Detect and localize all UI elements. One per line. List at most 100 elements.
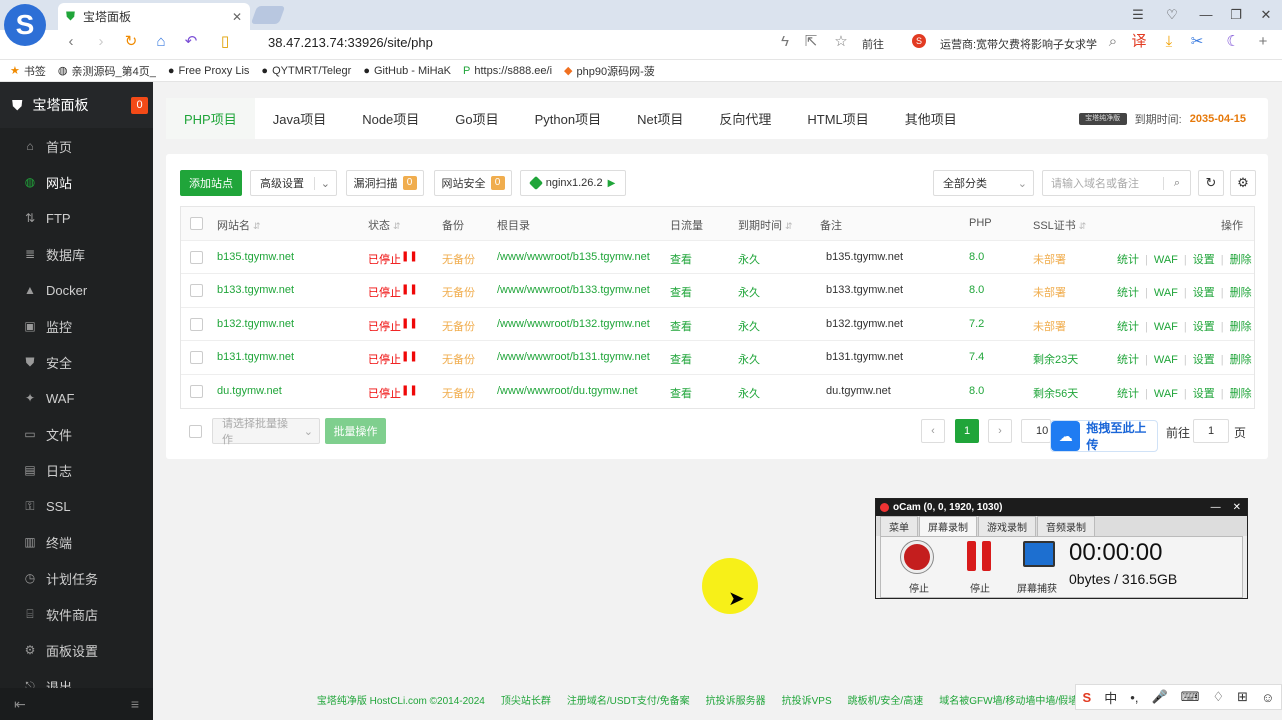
add-site-button[interactable]: 添加站点 (180, 170, 242, 196)
ocam-tab[interactable]: 屏幕录制 (919, 516, 977, 536)
cell-name[interactable]: b131.tgymw.net (217, 351, 294, 363)
ocam-tab[interactable]: 游戏录制 (978, 516, 1036, 536)
forward-icon[interactable]: › (90, 31, 112, 53)
prev-page-icon[interactable]: ‹ (921, 419, 945, 443)
search-icon[interactable]: ⌕ (1162, 176, 1190, 190)
cell-root[interactable]: /www/wwwroot/b133.tgymw.net (497, 284, 650, 296)
action-link[interactable]: 统计 (1117, 287, 1139, 299)
action-link[interactable]: 设置 (1193, 287, 1215, 299)
ime-chinese-icon[interactable]: 中 (1104, 688, 1117, 707)
star-icon[interactable]: ☆ (830, 31, 852, 53)
sidebar-item-13[interactable]: ◷ 计划任务 (0, 560, 153, 596)
footer-link[interactable]: 顶尖站长群 (501, 692, 551, 707)
skin-icon[interactable]: ♡ (1160, 4, 1184, 26)
moon-icon[interactable]: ☾ (1222, 31, 1244, 53)
project-tab[interactable]: HTML项目 (789, 98, 886, 139)
project-tab[interactable]: Net项目 (619, 98, 701, 139)
cell-traffic[interactable]: 查看 (670, 251, 692, 267)
sidebar-item-1[interactable]: ⌂ 首页 (0, 128, 153, 164)
cell-php[interactable]: 8.0 (969, 284, 984, 296)
action-link[interactable]: 设置 (1193, 354, 1215, 366)
cell-status[interactable]: 已停止 (368, 284, 401, 300)
bookmark-item[interactable]: ◆ php90源码网-菠 (564, 63, 655, 79)
cell-expire[interactable]: 永久 (738, 284, 760, 300)
keyboard-icon[interactable]: ⌨ (1181, 689, 1200, 705)
cell-status[interactable]: 已停止 (368, 251, 401, 267)
sidebar-item-6[interactable]: ▣ 监控 (0, 308, 153, 344)
bookmark-item[interactable]: ● Free Proxy Lis (168, 65, 250, 77)
footer-link[interactable]: 注册域名/USDT支付/免备案 (567, 692, 690, 707)
news-ticker[interactable]: 运营商:宽带欠费将影响子女求学 (940, 36, 1097, 52)
cell-php[interactable]: 8.0 (969, 385, 984, 397)
cell-expire[interactable]: 永久 (738, 251, 760, 267)
batch-select[interactable]: 请选择批量操作 ⌄ (212, 418, 320, 446)
action-link[interactable]: 删除 (1230, 388, 1252, 400)
cell-traffic[interactable]: 查看 (670, 385, 692, 401)
cell-name[interactable]: du.tgymw.net (217, 385, 282, 397)
skin-icon[interactable]: ♢ (1212, 689, 1224, 705)
ocam-tab[interactable]: 菜单 (880, 516, 918, 536)
bookmark-item[interactable]: ● QYTMRT/Telegr (261, 65, 351, 77)
action-link[interactable]: 删除 (1230, 354, 1252, 366)
forward-go-button[interactable]: 前往 (862, 36, 884, 52)
batch-checkbox[interactable] (189, 425, 202, 438)
menu-lines-icon[interactable]: ≡ (131, 696, 139, 712)
sidebar-item-14[interactable]: ⌸ 软件商店 (0, 596, 153, 632)
action-link[interactable]: 统计 (1117, 388, 1139, 400)
record-stop-icon[interactable] (901, 541, 933, 573)
sogou-icon[interactable]: S (1083, 690, 1092, 705)
sidebar-item-8[interactable]: ✦ WAF (0, 380, 153, 416)
project-tab[interactable]: Node项目 (344, 98, 437, 139)
cell-backup[interactable]: 无备份 (442, 251, 475, 267)
row-checkbox[interactable] (190, 351, 203, 364)
cell-ssl[interactable]: 未部署 (1033, 318, 1066, 334)
search-icon[interactable]: ⌕ (1102, 31, 1124, 53)
footer-link[interactable]: 抗投诉服务器 (706, 692, 766, 707)
sidebar-item-2[interactable]: ◍ 网站 (0, 164, 153, 200)
vuln-scan-button[interactable]: 漏洞扫描 0 (346, 170, 424, 196)
plus-icon[interactable]: + (1252, 31, 1274, 53)
ocam-tab[interactable]: 音频录制 (1037, 516, 1095, 536)
reader-icon[interactable]: ▯ (214, 31, 236, 53)
sidebar-item-11[interactable]: ⚿ SSL (0, 488, 153, 524)
row-checkbox[interactable] (190, 284, 203, 297)
refresh-icon[interactable]: ↻ (1198, 170, 1224, 196)
project-tab[interactable]: PHP项目 (166, 98, 255, 139)
bookmark-item[interactable]: ● GitHub - MiHaK (363, 65, 451, 77)
cell-root[interactable]: /www/wwwroot/b135.tgymw.net (497, 251, 650, 263)
action-link[interactable]: 统计 (1117, 254, 1139, 266)
cell-name[interactable]: b133.tgymw.net (217, 284, 294, 296)
sidebar-item-3[interactable]: ⇅ FTP (0, 200, 153, 236)
row-checkbox[interactable] (190, 384, 203, 398)
col-expire[interactable]: 到期时间 ⇵ (738, 217, 793, 233)
advanced-settings-dropdown[interactable]: 高级设置 ⌄ (250, 170, 337, 196)
footer-link[interactable]: 跳板机/安全/高速 (848, 692, 924, 707)
col-name[interactable]: 网站名 ⇵ (217, 217, 261, 233)
action-link[interactable]: WAF (1154, 321, 1178, 333)
cell-ssl[interactable]: 未部署 (1033, 284, 1066, 300)
cell-php[interactable]: 7.2 (969, 318, 984, 330)
action-link[interactable]: WAF (1154, 354, 1178, 366)
action-link[interactable]: 删除 (1230, 287, 1252, 299)
screen-capture-icon[interactable] (1023, 541, 1055, 567)
next-page-icon[interactable]: › (988, 419, 1012, 443)
action-link[interactable]: 统计 (1117, 321, 1139, 333)
footer-link[interactable]: 宝塔纯净版 HostCLi.com ©2014-2024 (317, 692, 485, 707)
project-tab[interactable]: Java项目 (255, 98, 344, 139)
cell-status[interactable]: 已停止 (368, 385, 401, 401)
project-tab[interactable]: Python项目 (517, 98, 619, 139)
cell-name[interactable]: b135.tgymw.net (217, 251, 294, 263)
col-status[interactable]: 状态 ⇵ (368, 217, 401, 233)
pause-icon[interactable] (967, 541, 993, 573)
message-badge[interactable]: 0 (131, 96, 148, 114)
search-engine-icon[interactable]: S (912, 34, 926, 48)
menu-icon[interactable]: ☰ (1126, 4, 1150, 26)
action-link[interactable]: 设置 (1193, 254, 1215, 266)
cell-backup[interactable]: 无备份 (442, 351, 475, 367)
action-link[interactable]: 设置 (1193, 388, 1215, 400)
cell-ssl[interactable]: 未部署 (1033, 251, 1066, 267)
page-current[interactable]: 1 (955, 419, 979, 443)
search-input[interactable]: 请输入域名或备注 (1051, 175, 1139, 191)
cell-php[interactable]: 8.0 (969, 251, 984, 263)
cell-expire[interactable]: 永久 (738, 385, 760, 401)
